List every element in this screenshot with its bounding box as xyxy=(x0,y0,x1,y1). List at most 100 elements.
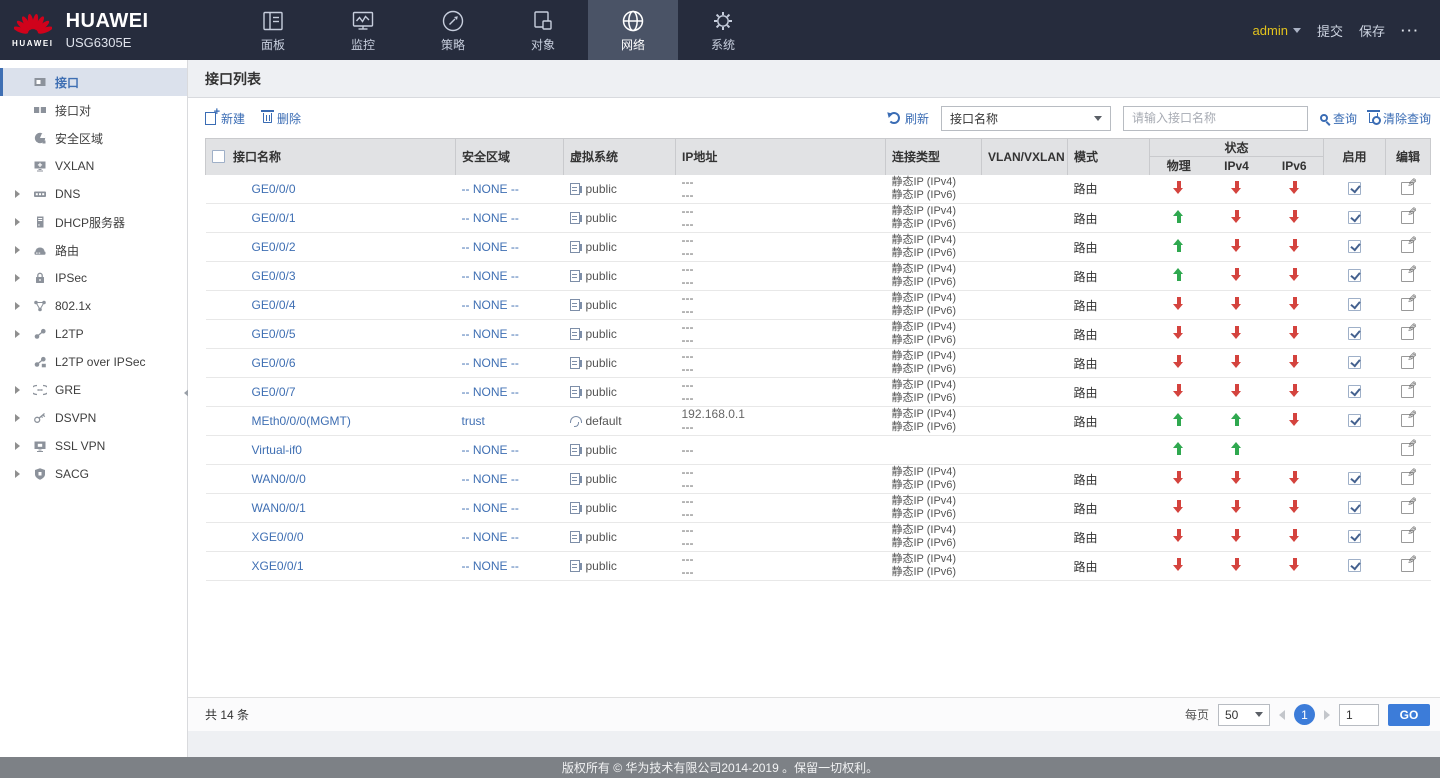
edit-icon[interactable] xyxy=(1401,296,1416,311)
interface-name-link[interactable]: Virtual-if0 xyxy=(252,443,302,457)
sidebar-item-dns[interactable]: DNS xyxy=(0,180,187,208)
sidebar-item-dhcp-server[interactable]: DHCP服务器 xyxy=(0,208,187,236)
chevron-down-icon xyxy=(1094,116,1102,121)
interface-name-link[interactable]: XGE0/0/1 xyxy=(252,559,304,573)
security-zone-link[interactable]: -- NONE -- xyxy=(462,443,519,457)
interface-name-link[interactable]: GE0/0/2 xyxy=(252,240,296,254)
save-button[interactable]: 保存 xyxy=(1359,21,1385,40)
sidebar-item-l2tp[interactable]: L2TP xyxy=(0,320,187,348)
sidebar-item-gre[interactable]: GRE xyxy=(0,376,187,404)
interface-name-link[interactable]: MEth0/0/0(MGMT) xyxy=(252,414,351,428)
per-page-select[interactable]: 50 xyxy=(1218,704,1270,726)
enable-checkbox[interactable] xyxy=(1348,501,1361,514)
interface-name-link[interactable]: GE0/0/3 xyxy=(252,269,296,283)
enable-checkbox[interactable] xyxy=(1348,530,1361,543)
enable-checkbox[interactable] xyxy=(1348,298,1361,311)
enable-checkbox[interactable] xyxy=(1348,472,1361,485)
nav-tab-policy[interactable]: 策略 xyxy=(408,0,498,60)
submit-button[interactable]: 提交 xyxy=(1317,21,1343,40)
physical-status-icon xyxy=(1173,384,1184,397)
sidebar-item-l2tp-over-ipsec[interactable]: L2TP over IPSec xyxy=(0,348,187,376)
sidebar-item-ssl-vpn[interactable]: SSL VPN xyxy=(0,432,187,460)
refresh-button[interactable]: 刷新 xyxy=(888,110,929,127)
security-zone-link[interactable]: -- NONE -- xyxy=(462,182,519,196)
query-button[interactable]: 查询 xyxy=(1320,110,1357,127)
security-zone-link[interactable]: -- NONE -- xyxy=(462,298,519,312)
interface-name-link[interactable]: WAN0/0/0 xyxy=(252,472,306,486)
security-zone-link[interactable]: -- NONE -- xyxy=(462,530,519,544)
enable-checkbox[interactable] xyxy=(1348,240,1361,253)
edit-icon[interactable] xyxy=(1401,180,1416,195)
edit-icon[interactable] xyxy=(1401,470,1416,485)
enable-checkbox[interactable] xyxy=(1348,356,1361,369)
table-row: GE0/0/2 -- NONE -- public ------ 静态IP (I… xyxy=(206,233,1431,262)
sidebar-item-security-zone[interactable]: 安全区域 xyxy=(0,124,187,152)
goto-page-input[interactable] xyxy=(1339,704,1379,726)
security-zone-link[interactable]: -- NONE -- xyxy=(462,356,519,370)
current-page-button[interactable]: 1 xyxy=(1294,704,1315,725)
enable-checkbox[interactable] xyxy=(1348,385,1361,398)
security-zone-link[interactable]: -- NONE -- xyxy=(462,559,519,573)
interface-name-link[interactable]: GE0/0/4 xyxy=(252,298,296,312)
enable-checkbox[interactable] xyxy=(1348,269,1361,282)
security-zone-link[interactable]: -- NONE -- xyxy=(462,327,519,341)
nav-tab-dashboard[interactable]: 面板 xyxy=(228,0,318,60)
security-zone-link[interactable]: -- NONE -- xyxy=(462,211,519,225)
enable-checkbox[interactable] xyxy=(1348,559,1361,572)
enable-checkbox[interactable] xyxy=(1348,211,1361,224)
go-button[interactable]: GO xyxy=(1388,704,1430,726)
next-page-icon[interactable] xyxy=(1324,710,1330,720)
edit-icon[interactable] xyxy=(1401,209,1416,224)
more-menu-icon[interactable]: ··· xyxy=(1401,23,1420,38)
security-zone-link[interactable]: -- NONE -- xyxy=(462,385,519,399)
interface-name-link[interactable]: GE0/0/7 xyxy=(252,385,296,399)
edit-icon[interactable] xyxy=(1401,412,1416,427)
enable-checkbox[interactable] xyxy=(1348,182,1361,195)
interface-name-link[interactable]: GE0/0/5 xyxy=(252,327,296,341)
search-input[interactable] xyxy=(1123,106,1308,131)
nav-tab-system[interactable]: 系统 xyxy=(678,0,768,60)
sidebar-item-vxlan[interactable]: VXLAN xyxy=(0,152,187,180)
sidebar-item-sacg[interactable]: SACG xyxy=(0,460,187,488)
user-menu[interactable]: admin xyxy=(1253,23,1301,38)
edit-icon[interactable] xyxy=(1401,238,1416,253)
select-all-checkbox[interactable] xyxy=(212,150,225,163)
edit-icon[interactable] xyxy=(1401,441,1416,456)
interface-name-link[interactable]: GE0/0/6 xyxy=(252,356,296,370)
nav-tab-network[interactable]: 网络 xyxy=(588,0,678,60)
edit-icon[interactable] xyxy=(1401,499,1416,514)
sidebar-item-ipsec[interactable]: IPSec xyxy=(0,264,187,292)
interface-name-link[interactable]: GE0/0/1 xyxy=(252,211,296,225)
edit-icon[interactable] xyxy=(1401,354,1416,369)
sidebar-item-interface-pair[interactable]: 接口对 xyxy=(0,96,187,124)
edit-icon[interactable] xyxy=(1401,528,1416,543)
sidebar-item-802-1x[interactable]: 802.1x xyxy=(0,292,187,320)
clear-query-button[interactable]: 清除查询 xyxy=(1369,110,1431,127)
security-zone-link[interactable]: -- NONE -- xyxy=(462,269,519,283)
conn-type-ipv4: 静态IP (IPv4) xyxy=(892,495,976,508)
security-zone-link[interactable]: -- NONE -- xyxy=(462,472,519,486)
interface-name-link[interactable]: XGE0/0/0 xyxy=(252,530,304,544)
sidebar-item-interface[interactable]: 接口 xyxy=(0,68,187,96)
search-field-select[interactable]: 接口名称 xyxy=(941,106,1111,131)
interface-name-link[interactable]: GE0/0/0 xyxy=(252,182,296,196)
delete-button[interactable]: 删除 xyxy=(263,110,301,127)
sidebar-item-dsvpn[interactable]: DSVPN xyxy=(0,404,187,432)
physical-status-icon xyxy=(1173,355,1184,368)
nav-tab-monitor[interactable]: 监控 xyxy=(318,0,408,60)
new-button[interactable]: 新建 xyxy=(205,110,245,127)
enable-checkbox[interactable] xyxy=(1348,414,1361,427)
enable-checkbox[interactable] xyxy=(1348,327,1361,340)
prev-page-icon[interactable] xyxy=(1279,710,1285,720)
edit-icon[interactable] xyxy=(1401,383,1416,398)
sidebar-item-route[interactable]: 路由 xyxy=(0,236,187,264)
security-zone-link[interactable]: -- NONE -- xyxy=(462,240,519,254)
security-zone-link[interactable]: trust xyxy=(462,414,485,428)
nav-tab-object[interactable]: 对象 xyxy=(498,0,588,60)
gre-icon xyxy=(33,383,48,397)
edit-icon[interactable] xyxy=(1401,267,1416,282)
edit-icon[interactable] xyxy=(1401,557,1416,572)
security-zone-link[interactable]: -- NONE -- xyxy=(462,501,519,515)
edit-icon[interactable] xyxy=(1401,325,1416,340)
interface-name-link[interactable]: WAN0/0/1 xyxy=(252,501,306,515)
